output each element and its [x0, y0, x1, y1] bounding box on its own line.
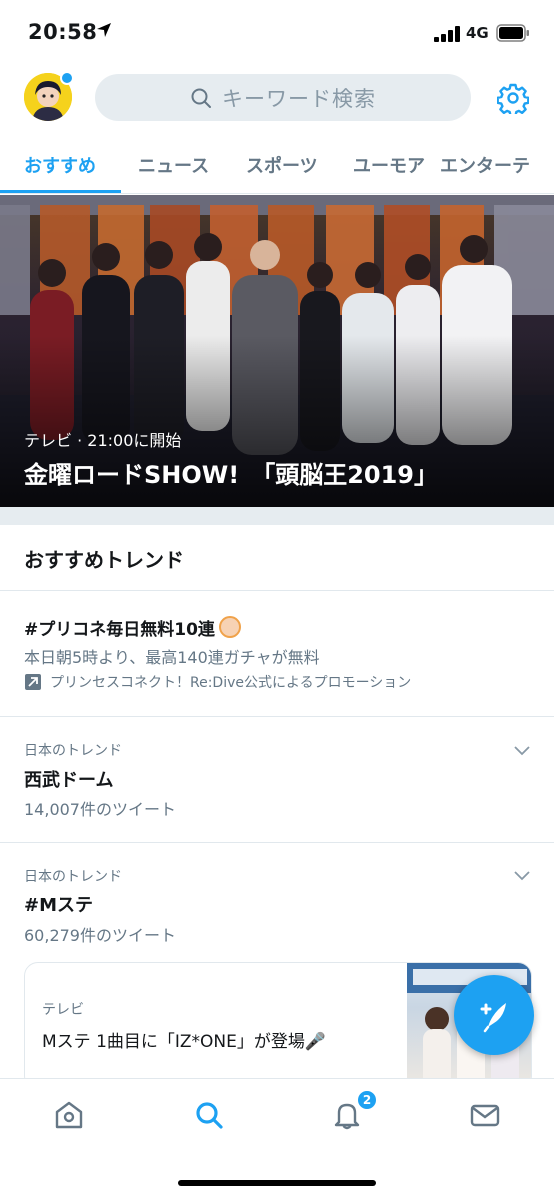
- trend-name: #Mステ: [24, 895, 93, 916]
- explore-tabs: おすすめ ニュース スポーツ ユーモア エンターテ: [0, 140, 554, 194]
- trends-section-title: おすすめトレンド: [24, 548, 184, 572]
- trend-context: 日本のトレンド: [24, 743, 122, 759]
- location-arrow-icon: [97, 23, 111, 37]
- tab-news[interactable]: ニュース: [138, 152, 209, 178]
- active-tab-indicator: [0, 190, 121, 193]
- hero-title: 金曜ロードSHOW! 「頭脳王2019」: [24, 461, 438, 489]
- hero-meta: テレビ · 21:00に開始: [24, 431, 182, 450]
- news-card-label: テレビ: [42, 1002, 84, 1018]
- trend-name: 西武ドーム: [24, 770, 114, 791]
- trend-context: 日本のトレンド: [24, 869, 122, 885]
- promotion-line: プリンセスコネクト！Re:Dive公式によるプロモーション: [24, 672, 411, 692]
- tab-recommended[interactable]: おすすめ: [24, 152, 96, 178]
- chevron-down-icon[interactable]: [512, 868, 532, 882]
- home-icon[interactable]: [53, 1099, 85, 1131]
- promoted-hashtag: #プリコネ毎日無料10連: [24, 615, 241, 640]
- trend-count: 14,007件のツイート: [24, 800, 176, 819]
- promoted-hashtag-text: #プリコネ毎日無料10連: [24, 620, 215, 640]
- divider: [0, 590, 554, 591]
- network-label: 4G: [466, 24, 489, 42]
- signal-icon: [434, 26, 460, 42]
- compose-tweet-button[interactable]: [454, 975, 534, 1055]
- search-placeholder: キーワード検索: [222, 86, 376, 111]
- trend-count: 60,279件のツイート: [24, 926, 176, 945]
- tab-sports[interactable]: スポーツ: [246, 152, 318, 178]
- status-time: 20:58: [28, 20, 98, 44]
- promotion-text: プリンセスコネクト！Re:Dive公式によるプロモーション: [50, 675, 412, 691]
- chevron-down-icon[interactable]: [512, 743, 532, 757]
- avatar-notification-dot: [60, 71, 74, 85]
- section-divider: [0, 507, 554, 525]
- hero-event[interactable]: テレビ · 21:00に開始 金曜ロードSHOW! 「頭脳王2019」: [0, 195, 554, 507]
- battery-icon: [496, 24, 529, 42]
- status-bar: 20:58 4G: [0, 0, 554, 66]
- divider: [0, 842, 554, 843]
- search-icon: [191, 88, 211, 108]
- divider: [0, 716, 554, 717]
- character-emoji-icon: [218, 616, 241, 638]
- tab-humor[interactable]: ユーモア: [353, 152, 425, 178]
- gear-icon[interactable]: [497, 82, 529, 114]
- mail-icon[interactable]: [469, 1099, 501, 1131]
- news-card-text: Mステ 1曲目に「IZ*ONE」が登場🎤: [42, 1032, 327, 1052]
- compose-quill-icon: [480, 1003, 506, 1033]
- promoted-description: 本日朝5時より、最高140連ガチャが無料: [24, 648, 320, 667]
- home-indicator: [178, 1180, 376, 1186]
- promoted-arrow-icon: [25, 674, 41, 690]
- search-input[interactable]: キーワード検索: [95, 74, 471, 121]
- tab-entertainment[interactable]: エンターテ: [440, 152, 530, 178]
- search-icon[interactable]: [193, 1099, 225, 1131]
- notification-badge: 2: [356, 1089, 378, 1111]
